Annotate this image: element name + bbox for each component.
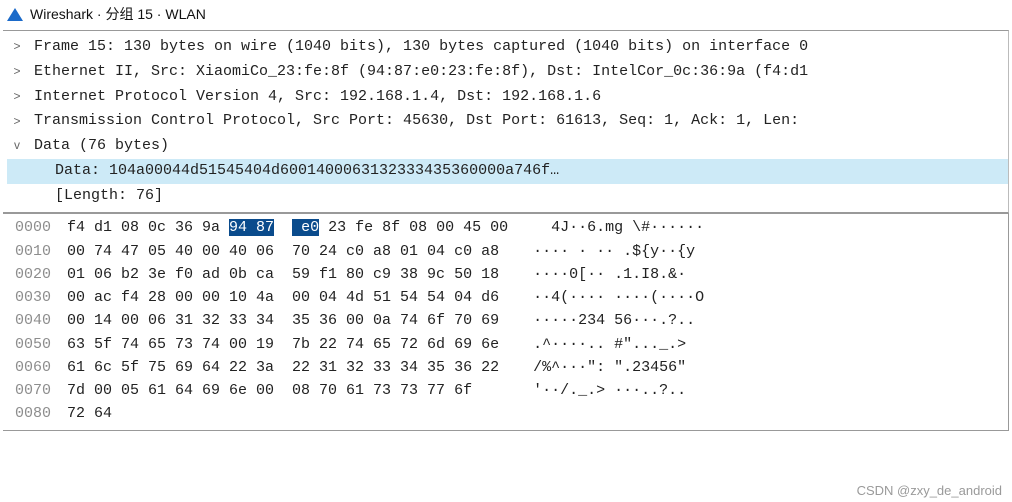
hex-ascii: ···· · ·· .${y··{y (533, 240, 695, 263)
hex-row[interactable]: 008072 64 (15, 402, 1008, 425)
tree-node-label: Ethernet II, Src: XiaomiCo_23:fe:8f (94:… (25, 60, 808, 85)
tree-child-node[interactable]: Data: 104a00044d51545404d600140006313233… (7, 159, 1008, 184)
hex-ascii: /%^···": ".23456" (533, 356, 686, 379)
hex-offset: 0000 (15, 216, 67, 239)
hex-offset: 0060 (15, 356, 67, 379)
hex-bytes[interactable]: 61 6c 5f 75 69 64 22 3a 22 31 32 33 34 3… (67, 356, 499, 379)
hex-bytes[interactable]: 72 64 (67, 402, 508, 425)
hex-offset: 0030 (15, 286, 67, 309)
hex-offset: 0010 (15, 240, 67, 263)
hex-ascii: ····0[·· .1.I8.&· (533, 263, 686, 286)
hex-offset: 0070 (15, 379, 67, 402)
hex-offset: 0040 (15, 309, 67, 332)
hex-ascii: ··4(···· ····(····O (533, 286, 704, 309)
hex-bytes[interactable]: 00 74 47 05 40 00 40 06 70 24 c0 a8 01 0… (67, 240, 499, 263)
hex-ascii: '··/._.> ···..?.. (533, 379, 686, 402)
wireshark-icon (6, 5, 24, 23)
hex-bytes[interactable]: 01 06 b2 3e f0 ad 0b ca 59 f1 80 c9 38 9… (67, 263, 499, 286)
tree-node[interactable]: > Frame 15: 130 bytes on wire (1040 bits… (7, 35, 1008, 60)
packet-bytes-pane[interactable]: 0000f4 d1 08 0c 36 9a 94 87 e0 23 fe 8f … (3, 213, 1009, 430)
hex-bytes[interactable]: 00 ac f4 28 00 00 10 4a 00 04 4d 51 54 5… (67, 286, 499, 309)
hex-row[interactable]: 0000f4 d1 08 0c 36 9a 94 87 e0 23 fe 8f … (15, 216, 1008, 239)
window-titlebar: Wireshark · 分组 15 · WLAN (0, 0, 1012, 30)
window-title: Wireshark · 分组 15 · WLAN (30, 4, 206, 24)
tree-node-label: Internet Protocol Version 4, Src: 192.16… (25, 85, 601, 110)
tree-node[interactable]: > Transmission Control Protocol, Src Por… (7, 109, 1008, 134)
tree-node[interactable]: > Ethernet II, Src: XiaomiCo_23:fe:8f (9… (7, 60, 1008, 85)
hex-row[interactable]: 002001 06 b2 3e f0 ad 0b ca 59 f1 80 c9 … (15, 263, 1008, 286)
hex-bytes[interactable]: 63 5f 74 65 73 74 00 19 7b 22 74 65 72 6… (67, 333, 499, 356)
expand-right-icon[interactable]: > (9, 87, 25, 107)
hex-row[interactable]: 005063 5f 74 65 73 74 00 19 7b 22 74 65 … (15, 333, 1008, 356)
tree-node-label: Data (76 bytes) (25, 134, 169, 159)
hex-bytes[interactable]: f4 d1 08 0c 36 9a 94 87 e0 23 fe 8f 08 0… (67, 216, 508, 239)
expand-down-icon[interactable]: v (9, 136, 25, 156)
hex-row[interactable]: 004000 14 00 06 31 32 33 34 35 36 00 0a … (15, 309, 1008, 332)
hex-offset: 0020 (15, 263, 67, 286)
hex-ascii: 4J··6.mg \#······ (542, 216, 704, 239)
tree-node[interactable]: > Internet Protocol Version 4, Src: 192.… (7, 85, 1008, 110)
expand-right-icon[interactable]: > (9, 112, 25, 132)
hex-offset: 0080 (15, 402, 67, 425)
hex-row[interactable]: 006061 6c 5f 75 69 64 22 3a 22 31 32 33 … (15, 356, 1008, 379)
hex-ascii: .^····.. #"..._.> (533, 333, 686, 356)
hex-row[interactable]: 003000 ac f4 28 00 00 10 4a 00 04 4d 51 … (15, 286, 1008, 309)
hex-bytes[interactable]: 00 14 00 06 31 32 33 34 35 36 00 0a 74 6… (67, 309, 499, 332)
tree-node[interactable]: v Data (76 bytes) (7, 134, 1008, 159)
hex-offset: 0050 (15, 333, 67, 356)
expand-right-icon[interactable]: > (9, 37, 25, 57)
watermark: CSDN @zxy_de_android (857, 483, 1002, 498)
hex-row[interactable]: 001000 74 47 05 40 00 40 06 70 24 c0 a8 … (15, 240, 1008, 263)
expand-right-icon[interactable]: > (9, 62, 25, 82)
tree-child-node[interactable]: [Length: 76] (7, 184, 1008, 209)
hex-bytes[interactable]: 7d 00 05 61 64 69 6e 00 08 70 61 73 73 7… (67, 379, 499, 402)
tree-node-label: Frame 15: 130 bytes on wire (1040 bits),… (25, 35, 808, 60)
packet-details-pane[interactable]: > Frame 15: 130 bytes on wire (1040 bits… (3, 30, 1009, 213)
hex-ascii: ·····234 56···.?.. (533, 309, 695, 332)
tree-node-label: Transmission Control Protocol, Src Port:… (25, 109, 799, 134)
hex-row[interactable]: 00707d 00 05 61 64 69 6e 00 08 70 61 73 … (15, 379, 1008, 402)
